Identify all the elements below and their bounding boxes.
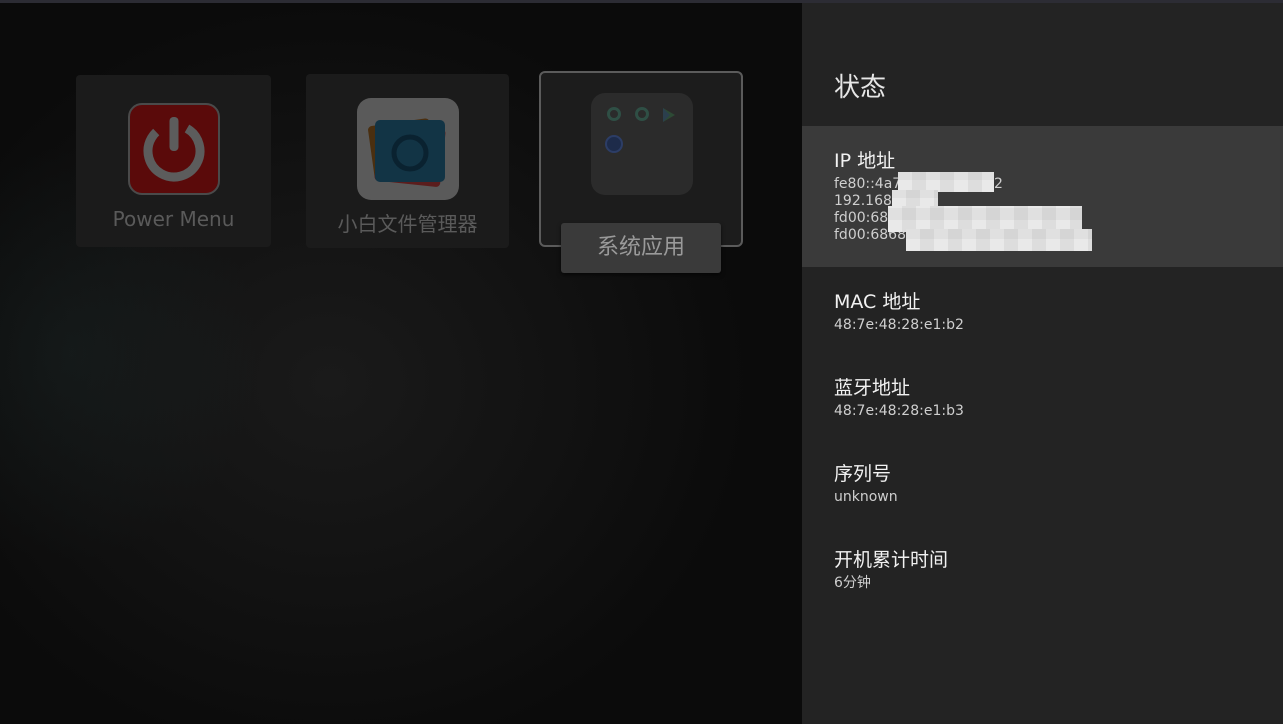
app-label-file-manager: 小白文件管理器 (337, 212, 478, 236)
status-item-uptime[interactable]: 开机累计时间 6分钟 (802, 525, 1283, 611)
folder-name-label: 系统应用 (561, 223, 721, 273)
panel-title: 状态 (834, 73, 887, 103)
item-title: 开机累计时间 (834, 549, 949, 571)
clock-mini-icon (605, 135, 623, 153)
settings-mini-icon (607, 107, 621, 121)
status-item-bluetooth-address[interactable]: 蓝牙地址 48:7e:48:28:e1:b3 (802, 353, 1283, 439)
app-tile-file-manager[interactable]: 小白文件管理器 (306, 74, 509, 248)
item-title: 序列号 (834, 463, 892, 485)
redaction-blur (898, 172, 994, 192)
power-icon (128, 103, 220, 195)
item-value: 48:7e:48:28:e1:b2 (834, 317, 964, 333)
item-title: 蓝牙地址 (834, 377, 911, 399)
item-title: IP 地址 (834, 150, 896, 172)
settings-mini-icon (635, 107, 649, 121)
status-item-ip-address[interactable]: IP 地址 fe80::4a7 2 192.168.1 fd00:686 fd0… (802, 126, 1283, 267)
item-value: unknown (834, 489, 898, 505)
app-folder-icon (591, 93, 693, 195)
folder-camera-icon (357, 98, 459, 200)
item-title: MAC 地址 (834, 291, 921, 313)
status-item-mac-address[interactable]: MAC 地址 48:7e:48:28:e1:b2 (802, 267, 1283, 353)
status-item-serial-number[interactable]: 序列号 unknown (802, 439, 1283, 525)
app-label-power-menu: Power Menu (112, 207, 235, 231)
item-value: 6分钟 (834, 575, 871, 591)
redaction-blur (906, 229, 1092, 251)
launcher-home: Power Menu 小白文件管理器 系统应用 (0, 3, 802, 724)
ip-line-1-suffix: 2 (994, 176, 1003, 192)
app-tile-power-menu[interactable]: Power Menu (76, 75, 271, 247)
app-folder-system-apps[interactable] (539, 71, 743, 247)
play-store-mini-icon (663, 108, 675, 122)
item-value: 48:7e:48:28:e1:b3 (834, 403, 964, 419)
status-panel: 状态 IP 地址 fe80::4a7 2 192.168.1 fd00:686 … (802, 3, 1283, 724)
